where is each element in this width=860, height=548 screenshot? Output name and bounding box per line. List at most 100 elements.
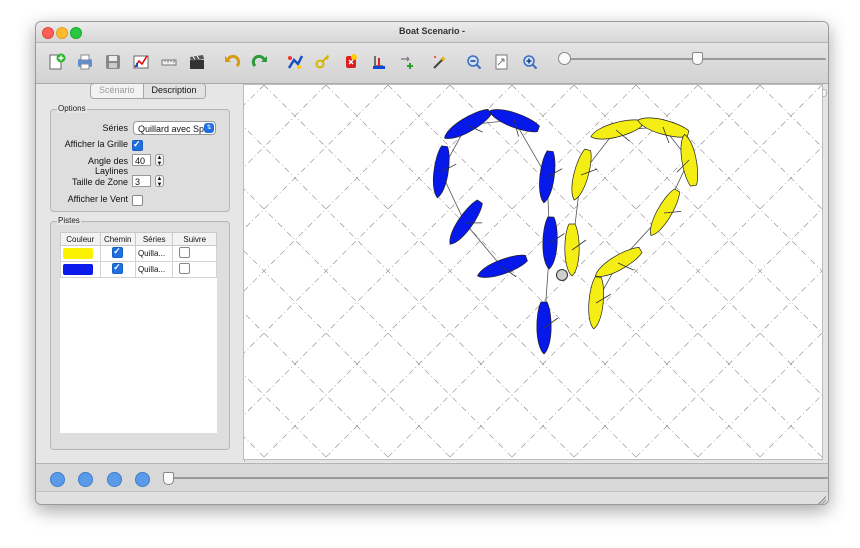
- table-row[interactable]: Quilla...: [60, 261, 217, 278]
- yellow-boat[interactable]: [587, 276, 613, 330]
- suivre-checkbox[interactable]: [179, 247, 191, 258]
- blue-boat[interactable]: [536, 301, 559, 355]
- pistes-table: Couleur Chemin Séries Suivre Quilla... Q…: [60, 232, 217, 433]
- key-icon[interactable]: [312, 51, 334, 73]
- blue-boat[interactable]: [485, 104, 541, 142]
- tab-scenario[interactable]: Scénario: [91, 84, 143, 98]
- series-label: Séries: [102, 123, 128, 133]
- blue-boat[interactable]: [542, 216, 565, 270]
- loop-icon[interactable]: [135, 472, 150, 487]
- play-icon[interactable]: [50, 472, 65, 487]
- resize-grip-icon[interactable]: [818, 496, 826, 504]
- wind-checkbox[interactable]: [132, 195, 143, 206]
- suivre-checkbox[interactable]: [179, 263, 191, 274]
- yellow-boat[interactable]: [645, 187, 689, 243]
- column-header-couleur[interactable]: Couleur: [60, 232, 101, 246]
- grid-line: [244, 188, 515, 459]
- laylines-label: Angle des Laylines: [87, 156, 128, 176]
- color-swatch-yellow[interactable]: [63, 248, 93, 259]
- grid-line: [263, 85, 639, 459]
- fit-page-icon[interactable]: [491, 51, 513, 73]
- grid-line: [244, 250, 453, 459]
- grid-line: [509, 146, 822, 459]
- blue-boat[interactable]: [430, 145, 458, 199]
- print-icon[interactable]: [74, 51, 96, 73]
- color-cell[interactable]: [60, 245, 101, 262]
- stop-icon[interactable]: [107, 472, 122, 487]
- column-header-suivre[interactable]: Suivre: [172, 232, 217, 246]
- grid-line: [244, 85, 513, 354]
- color-cell[interactable]: [60, 261, 101, 278]
- bucket-icon[interactable]: [368, 51, 390, 73]
- new-file-icon[interactable]: [46, 51, 68, 73]
- grid-line: [635, 85, 822, 272]
- grid-line: [244, 85, 451, 292]
- scenario-canvas[interactable]: [243, 84, 823, 460]
- column-header-chemin[interactable]: Chemin: [99, 232, 136, 246]
- grid-line: [244, 126, 577, 459]
- scenario-drawing[interactable]: [244, 85, 823, 460]
- grid-line: [325, 85, 701, 459]
- zoom-slider-start-handle[interactable]: [558, 52, 571, 65]
- series-cell: Quilla...: [134, 261, 174, 278]
- yellow-boat[interactable]: [671, 133, 701, 188]
- grid-line: [821, 85, 822, 86]
- grid-line: [633, 270, 822, 459]
- add-track-icon[interactable]: [284, 51, 306, 73]
- status-bar: [36, 491, 828, 504]
- window-title: Boat Scenario -: [398, 26, 465, 36]
- delete-boat-icon[interactable]: [340, 51, 362, 73]
- yellow-boat[interactable]: [564, 223, 587, 277]
- chemin-checkbox[interactable]: [112, 262, 124, 274]
- undo-icon[interactable]: [221, 51, 243, 73]
- color-swatch-blue[interactable]: [63, 264, 93, 275]
- blue-boat[interactable]: [537, 150, 564, 204]
- yellow-boat[interactable]: [589, 116, 645, 150]
- redo-icon[interactable]: [249, 51, 271, 73]
- blue-boat[interactable]: [444, 198, 491, 253]
- series-cell: Quilla...: [134, 245, 174, 262]
- panel-tabs: Scénario Description: [90, 83, 206, 99]
- grid-line: [244, 436, 267, 459]
- grid-line: [244, 85, 575, 416]
- save-icon[interactable]: [102, 51, 124, 73]
- mark-buoy-icon[interactable]: [556, 269, 568, 281]
- zone-input[interactable]: 3: [132, 175, 151, 187]
- series-select-value: Quillard avec Spi: [138, 124, 207, 134]
- clapper-icon[interactable]: [186, 51, 208, 73]
- main-toolbar: [36, 43, 828, 84]
- column-header-series[interactable]: Séries: [134, 232, 174, 246]
- yellow-boat[interactable]: [567, 148, 601, 204]
- grid-line: [244, 85, 327, 168]
- zoom-slider-handle[interactable]: [692, 52, 703, 65]
- chart-icon[interactable]: [130, 51, 152, 73]
- timeline-slider-track[interactable]: [168, 477, 828, 479]
- tab-description[interactable]: Description: [142, 84, 205, 98]
- series-select[interactable]: Quillard avec Spi ⇅: [133, 121, 216, 135]
- table-row[interactable]: Quilla...: [60, 245, 217, 262]
- boats[interactable]: [430, 104, 701, 355]
- grid-label: Afficher la Grille: [64, 139, 128, 149]
- table-empty-area: [61, 278, 217, 434]
- grid-line: [759, 85, 822, 148]
- laylines-input[interactable]: 40: [132, 154, 151, 166]
- laylines-stepper[interactable]: ▲ ▼: [155, 154, 164, 167]
- blue-boat[interactable]: [475, 251, 531, 289]
- chemin-checkbox[interactable]: [112, 246, 124, 258]
- grid-checkbox[interactable]: [132, 139, 143, 151]
- add-waypoint-icon[interactable]: [396, 51, 418, 73]
- zoom-out-icon[interactable]: [463, 51, 485, 73]
- chevron-updown-icon: ⇅: [204, 123, 214, 133]
- zoom-in-icon[interactable]: [519, 51, 541, 73]
- pause-icon[interactable]: [78, 472, 93, 487]
- zone-label: Taille de Zone: [71, 177, 128, 187]
- pistes-title: Pistes: [57, 216, 81, 225]
- magic-wand-icon[interactable]: [428, 51, 450, 73]
- zone-stepper[interactable]: ▲ ▼: [155, 175, 164, 188]
- ruler-icon[interactable]: [158, 51, 180, 73]
- blue-boat[interactable]: [441, 106, 497, 150]
- grid-line: [244, 312, 391, 459]
- grid-line: [244, 85, 265, 106]
- timeline-slider-handle[interactable]: [163, 472, 174, 485]
- grid-line: [261, 85, 637, 459]
